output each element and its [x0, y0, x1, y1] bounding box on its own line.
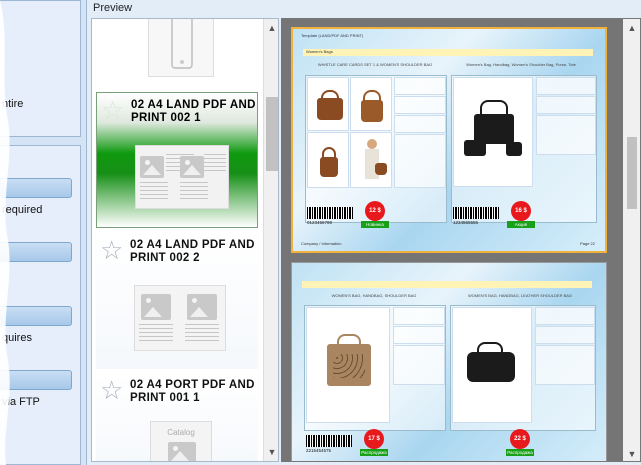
barcode-number: 2215454575: [306, 448, 332, 453]
barcode-number: 1234555555: [453, 220, 479, 225]
catalog-page-2[interactable]: WOMEN'S BAG, HANDBAG, SHOULDER BAG WOMEN…: [291, 262, 607, 461]
price-badge: 22 $: [510, 429, 530, 449]
page-category-bar: Women's Bags: [303, 49, 593, 56]
price-badge: 16 $: [511, 201, 531, 221]
product-description-right: Women's Bag, Handbag, Women's Shoulder B…: [466, 62, 576, 67]
product-image: [350, 77, 392, 131]
catalog-label: Catalog: [167, 428, 195, 437]
status-tag: Распродажа: [506, 449, 534, 456]
product-description-right: WOMEN'S BAG, HANDBAG, LEATHER SHOULDER B…: [467, 293, 573, 298]
barcode-number: 0123456789: [307, 220, 333, 225]
image-placeholder-icon: [140, 156, 164, 178]
template-item-port-001-1[interactable]: ☆ 02 A4 PORT PDF AND PRINT 001 1 Catalog: [96, 373, 258, 461]
sidebar-button-1[interactable]: [0, 178, 72, 198]
template-title: 02 A4 LAND PDF AND PRINT 002 2: [130, 239, 255, 264]
favorite-star-icon[interactable]: ☆: [101, 97, 124, 123]
page-preview-scrollbar[interactable]: ▲ ▼: [623, 19, 640, 461]
product-description-left: WOMEN'S BAG, HANDBAG, SHOULDER BAG: [331, 293, 417, 298]
template-thumbnail: Catalog: [150, 421, 212, 461]
scroll-up-icon[interactable]: ▲: [267, 23, 277, 33]
product-block-right: [450, 305, 596, 431]
list-item-partial[interactable]: [96, 19, 258, 81]
sidebar-button-2[interactable]: [0, 242, 72, 262]
sidebar-panel-bottom: required quires via FTP: [0, 145, 81, 465]
wave-edge-decoration: [0, 0, 10, 465]
product-block-left: [304, 305, 446, 431]
product-image: [452, 307, 532, 423]
product-image: [307, 77, 349, 131]
product-description-left: WHISTLE CARE CARDS SET 1 & WOMEN'S SHOUL…: [317, 62, 433, 67]
sidebar-panel-top: ntire: [0, 0, 81, 137]
product-image: [350, 132, 392, 188]
template-title: 02 A4 LAND PDF AND PRINT 002 1: [131, 99, 256, 124]
scroll-down-icon[interactable]: ▼: [267, 447, 277, 457]
page-preview-area[interactable]: Template (LAND/PDF AND PRINT) Women's Ba…: [281, 18, 641, 462]
page-category-bar: [302, 281, 592, 288]
product-image: [306, 307, 390, 423]
page-footer-right: Page 22: [580, 241, 595, 246]
scroll-down-icon[interactable]: ▼: [627, 449, 637, 459]
template-list-scrollbar[interactable]: ▲ ▼: [263, 19, 278, 461]
price-badge: 17 $: [364, 429, 384, 449]
scrollbar-thumb[interactable]: [266, 97, 278, 171]
template-list[interactable]: ☆ 02 A4 LAND PDF AND PRINT 002 1 ☆ 02 A4…: [91, 18, 279, 462]
template-item-land-002-2[interactable]: ☆ 02 A4 LAND PDF AND PRINT 002 2: [96, 233, 258, 369]
scrollbar-thumb[interactable]: [627, 137, 637, 209]
sidebar-button-3[interactable]: [0, 306, 72, 326]
page-header-text: Template (LAND/PDF AND PRINT): [301, 33, 364, 38]
scroll-up-icon[interactable]: ▲: [627, 23, 637, 33]
image-placeholder-icon: [180, 156, 204, 178]
product-image: [307, 132, 349, 188]
favorite-star-icon[interactable]: ☆: [100, 377, 123, 403]
phone-icon: [171, 19, 193, 69]
status-tag: Акция: [507, 221, 535, 228]
catalog-page-1[interactable]: Template (LAND/PDF AND PRINT) Women's Ba…: [291, 27, 607, 253]
favorite-star-icon[interactable]: ☆: [100, 237, 123, 263]
phone-thumbnail: [148, 19, 214, 77]
sidebar-button-4[interactable]: [0, 370, 72, 390]
status-tag: Новинка: [361, 221, 389, 228]
image-placeholder-icon: [141, 294, 171, 320]
price-badge: 12 $: [365, 201, 385, 221]
product-image: [453, 77, 533, 187]
template-thumbnail: [134, 285, 226, 351]
template-item-land-002-1[interactable]: ☆ 02 A4 LAND PDF AND PRINT 002 1: [96, 92, 258, 228]
left-sidebar: ntire required quires via FTP: [0, 0, 86, 465]
barcode: [453, 207, 499, 219]
preview-panel: Preview ☆ 02 A4 LAND PDF AND PRINT 002 1: [86, 0, 641, 465]
status-tag: Распродажа: [360, 449, 388, 456]
barcode: [307, 207, 353, 219]
preview-title: Preview: [93, 2, 133, 14]
template-thumbnail: [135, 145, 229, 209]
barcode: [306, 435, 352, 447]
image-placeholder-icon: [187, 294, 217, 320]
image-placeholder-icon: [168, 442, 196, 461]
template-title: 02 A4 PORT PDF AND PRINT 001 1: [130, 379, 255, 404]
page-footer-left: Company / Information: [301, 241, 342, 246]
